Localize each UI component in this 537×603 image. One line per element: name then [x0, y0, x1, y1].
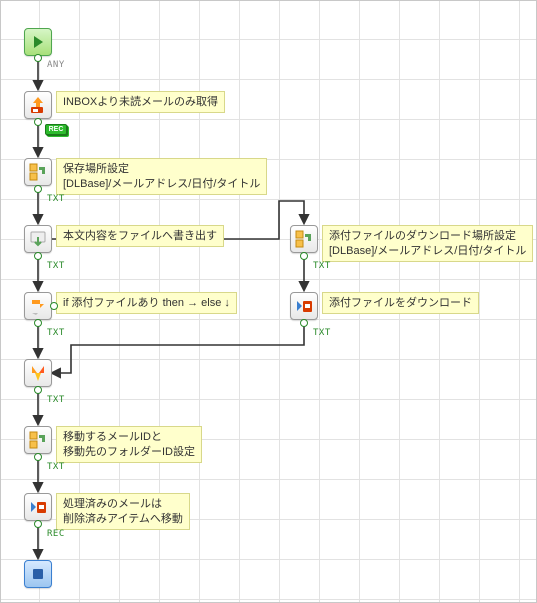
outlook-play-icon: [28, 497, 48, 517]
label-line2: [DLBase]/メールアドレス/日付/タイトル: [63, 178, 260, 190]
flow-canvas: ANY INBOXより未読メールのみ取得 REC 保存場所設定 [DLBase]…: [0, 0, 537, 603]
move-done-label: 処理済みのメールは 削除済みアイテムへ移動: [56, 493, 190, 530]
outlook-up-icon: [28, 95, 48, 115]
move-ids-label: 移動するメールIDと 移動先のフォルダーID設定: [56, 426, 202, 463]
port-txt-label: TXT: [47, 328, 65, 338]
label-line2: 移動先のフォルダーID設定: [63, 446, 195, 458]
port-any-label: ANY: [47, 60, 65, 70]
port-dot: [34, 185, 42, 193]
download-location-label: 添付ファイルのダウンロード場所設定 [DLBase]/メールアドレス/日付/タイ…: [322, 225, 533, 262]
move-ids-node[interactable]: [24, 426, 52, 454]
label-line1: 移動するメールIDと: [63, 431, 162, 443]
port-dot: [300, 252, 308, 260]
port-txt-label: TXT: [313, 261, 331, 271]
fetch-mail-label: INBOXより未読メールのみ取得: [56, 91, 225, 113]
stop-icon: [31, 567, 45, 581]
port-dot: [34, 54, 42, 62]
download-attach-node[interactable]: [290, 292, 318, 320]
outlook-play-icon: [294, 296, 314, 316]
fetch-mail-node[interactable]: [24, 91, 52, 119]
move-done-node[interactable]: [24, 493, 52, 521]
port-dot: [300, 319, 308, 327]
rec-badge: REC: [45, 124, 67, 135]
if-attach-label: if 添付ファイルあり then → else ↓: [56, 292, 237, 314]
port-dot: [34, 118, 42, 126]
grid-arrow-icon: [294, 229, 314, 249]
write-body-label: 本文内容をファイルへ書き出す: [56, 225, 224, 247]
write-body-node[interactable]: [24, 225, 52, 253]
port-dot: [34, 386, 42, 394]
start-node[interactable]: [24, 28, 52, 56]
end-node[interactable]: [24, 560, 52, 588]
port-dot: [34, 453, 42, 461]
port-dot: [34, 319, 42, 327]
save-location-label: 保存場所設定 [DLBase]/メールアドレス/日付/タイトル: [56, 158, 267, 195]
port-txt-label: TXT: [313, 328, 331, 338]
play-icon: [30, 34, 46, 50]
if-attach-node[interactable]: [24, 292, 52, 320]
port-dot: [34, 252, 42, 260]
merge-icon: [28, 363, 48, 383]
port-dot: [34, 520, 42, 528]
port-txt-label: TXT: [47, 194, 65, 204]
grid-arrow-icon: [28, 162, 48, 182]
label-line1: 添付ファイルのダウンロード場所設定: [329, 230, 516, 242]
port-txt-label: TXT: [47, 462, 65, 472]
label-line2: 削除済みアイテムへ移動: [63, 513, 183, 525]
grid-arrow-icon: [28, 430, 48, 450]
merge-node[interactable]: [24, 359, 52, 387]
file-down-icon: [28, 229, 48, 249]
download-location-node[interactable]: [290, 225, 318, 253]
port-txt-label: TXT: [47, 261, 65, 271]
save-location-node[interactable]: [24, 158, 52, 186]
port-rec-label: REC: [47, 529, 65, 539]
port-dot: [50, 302, 58, 310]
label-line1: 処理済みのメールは: [63, 498, 162, 510]
label-line1: 保存場所設定: [63, 163, 129, 175]
port-txt-label: TXT: [47, 395, 65, 405]
branch-icon: [28, 296, 48, 316]
download-attach-label: 添付ファイルをダウンロード: [322, 292, 479, 314]
label-line2: [DLBase]/メールアドレス/日付/タイトル: [329, 245, 526, 257]
